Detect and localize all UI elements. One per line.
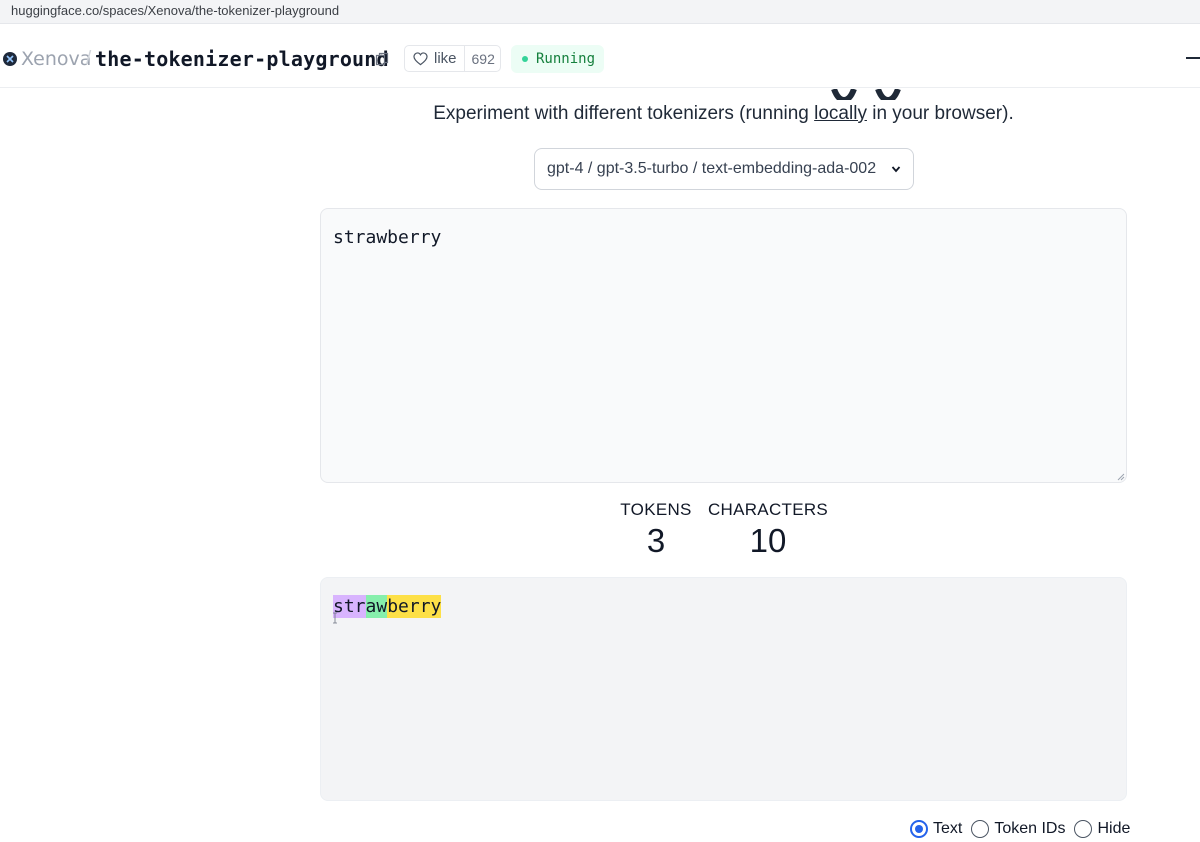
space-name-link[interactable]: the-tokenizer-playground (95, 47, 389, 71)
characters-value: 10 (749, 522, 787, 559)
menu-divider-icon (1186, 57, 1200, 59)
token-output-panel: strawberry (320, 577, 1127, 801)
space-header: Xenova / the-tokenizer-playground like 6… (0, 30, 1200, 88)
space-owner-link[interactable]: Xenova (21, 48, 91, 70)
tokens-value: 3 (646, 522, 666, 559)
display-option-hide[interactable]: Hide (1074, 820, 1130, 838)
space-avatar-icon (3, 52, 17, 66)
characters-label: CHARACTERS (707, 500, 829, 519)
status-dot-icon (522, 56, 528, 62)
url-text[interactable]: huggingface.co/spaces/Xenova/the-tokeniz… (11, 3, 339, 18)
heart-icon (413, 51, 428, 65)
page-subtitle: Experiment with different tokenizers (ru… (320, 103, 1127, 125)
like-button[interactable]: like 692 (404, 45, 501, 72)
token-chip: berry (387, 595, 442, 618)
title-glyph-fragment (831, 88, 901, 100)
model-select-value: gpt-4 / gpt-3.5-turbo / text-embedding-a… (547, 160, 877, 177)
radio-label: Hide (1097, 820, 1131, 837)
like-count[interactable]: 692 (463, 46, 500, 71)
locally-link[interactable]: locally (814, 103, 867, 124)
tokenizer-model-select[interactable]: gpt-4 / gpt-3.5-turbo / text-embedding-a… (534, 148, 914, 190)
radio-label: Text (933, 820, 963, 837)
radio-button[interactable] (910, 820, 928, 838)
page-title-cropped (830, 88, 910, 100)
text-input[interactable]: strawberry (320, 208, 1127, 483)
tokens-label: TOKENS (620, 500, 692, 519)
token-chip: aw (365, 595, 388, 618)
token-count-stat: TOKENS 3 (612, 500, 700, 560)
chevron-down-icon (891, 166, 901, 173)
status-text: Running (536, 51, 596, 67)
display-option-token-ids[interactable]: Token IDs (971, 820, 1065, 838)
character-count-stat: CHARACTERS 10 (706, 500, 830, 560)
display-option-text[interactable]: Text (910, 820, 962, 838)
radio-button[interactable] (971, 820, 990, 838)
path-separator: / (86, 48, 92, 69)
subtitle-text-end: in your browser). (866, 103, 1014, 124)
radio-button[interactable] (1074, 820, 1093, 838)
token-list: strawberry (333, 595, 442, 618)
browser-url-bar[interactable]: huggingface.co/spaces/Xenova/the-tokeniz… (0, 0, 1200, 24)
text-cursor-icon (333, 612, 337, 624)
status-badge: Running (511, 45, 605, 73)
radio-label: Token IDs (994, 820, 1066, 837)
like-label: like (434, 50, 457, 67)
subtitle-text: Experiment with different tokenizers (ru… (433, 103, 815, 124)
copy-icon[interactable] (375, 52, 389, 66)
display-mode-radio-group: Text Token IDs Hide (910, 820, 1139, 838)
resize-handle-icon[interactable] (1115, 471, 1125, 481)
